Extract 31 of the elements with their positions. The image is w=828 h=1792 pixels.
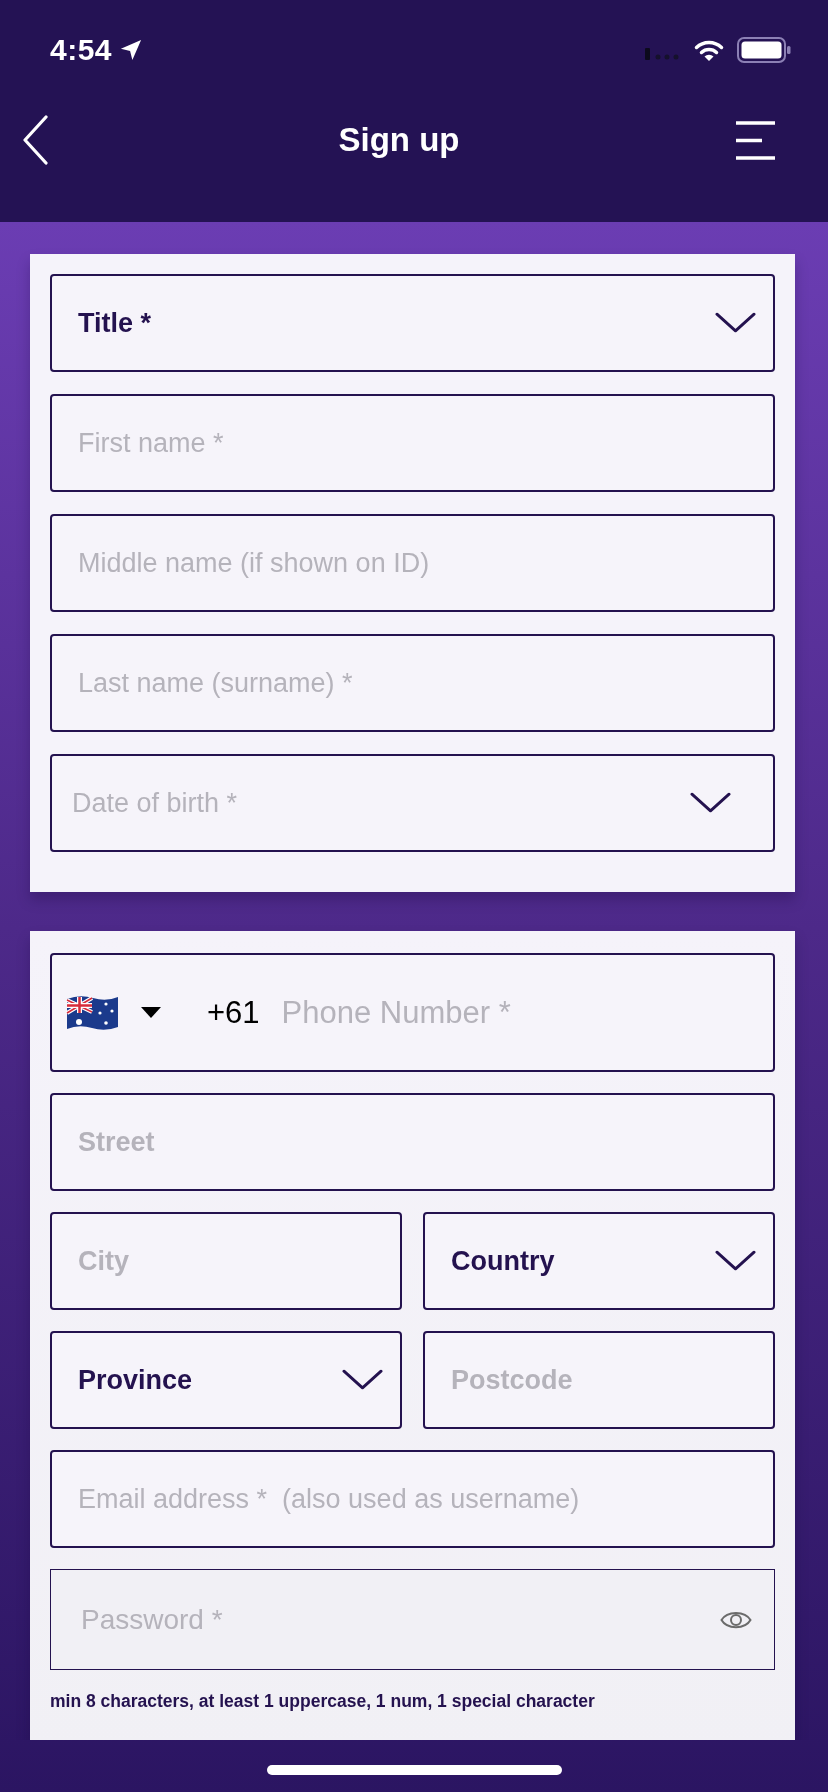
flag-icon — [66, 993, 119, 1032]
chevron-down-icon — [690, 792, 731, 814]
input-field[interactable]: Street — [50, 1093, 775, 1191]
page-title: Sign up — [338, 121, 460, 159]
country-code-button[interactable] — [66, 993, 161, 1032]
battery-icon — [737, 37, 791, 63]
phone-field[interactable]: +61 Phone Number * — [50, 953, 775, 1072]
signal-icon — [645, 48, 681, 60]
chevron-down-icon — [715, 312, 756, 334]
input-field[interactable]: First name * — [50, 394, 775, 492]
dropdown-field[interactable]: Country — [423, 1212, 775, 1310]
password-input[interactable]: Password * — [81, 1603, 704, 1636]
chevron-down-icon — [342, 1369, 383, 1391]
menu-icon[interactable] — [735, 120, 776, 160]
location-arrow-icon — [120, 39, 143, 61]
input-field[interactable]: Last name (surname) * — [50, 634, 775, 732]
input-field[interactable]: Email address * (also used as username) — [50, 1450, 775, 1548]
input-field[interactable]: City — [50, 1212, 402, 1310]
phone-number-input[interactable]: Phone Number * — [281, 994, 773, 1031]
dropdown-field[interactable]: Title * — [50, 274, 775, 372]
input-field[interactable]: Postcode — [423, 1331, 775, 1429]
chevron-down-icon — [715, 1250, 756, 1272]
caret-down-icon — [141, 1007, 161, 1018]
dropdown-field[interactable]: Province — [50, 1331, 402, 1429]
dial-code: +61 — [207, 994, 260, 1031]
input-field[interactable]: Middle name (if shown on ID) — [50, 514, 775, 612]
status-time: 4:54 — [50, 33, 113, 67]
password-field[interactable]: Password * — [50, 1569, 775, 1670]
chevron-left-icon[interactable] — [22, 115, 48, 165]
password-hint: min 8 characters, at least 1 uppercase, 1 num, 1 special character — [50, 1691, 596, 1712]
wifi-icon — [694, 39, 724, 61]
